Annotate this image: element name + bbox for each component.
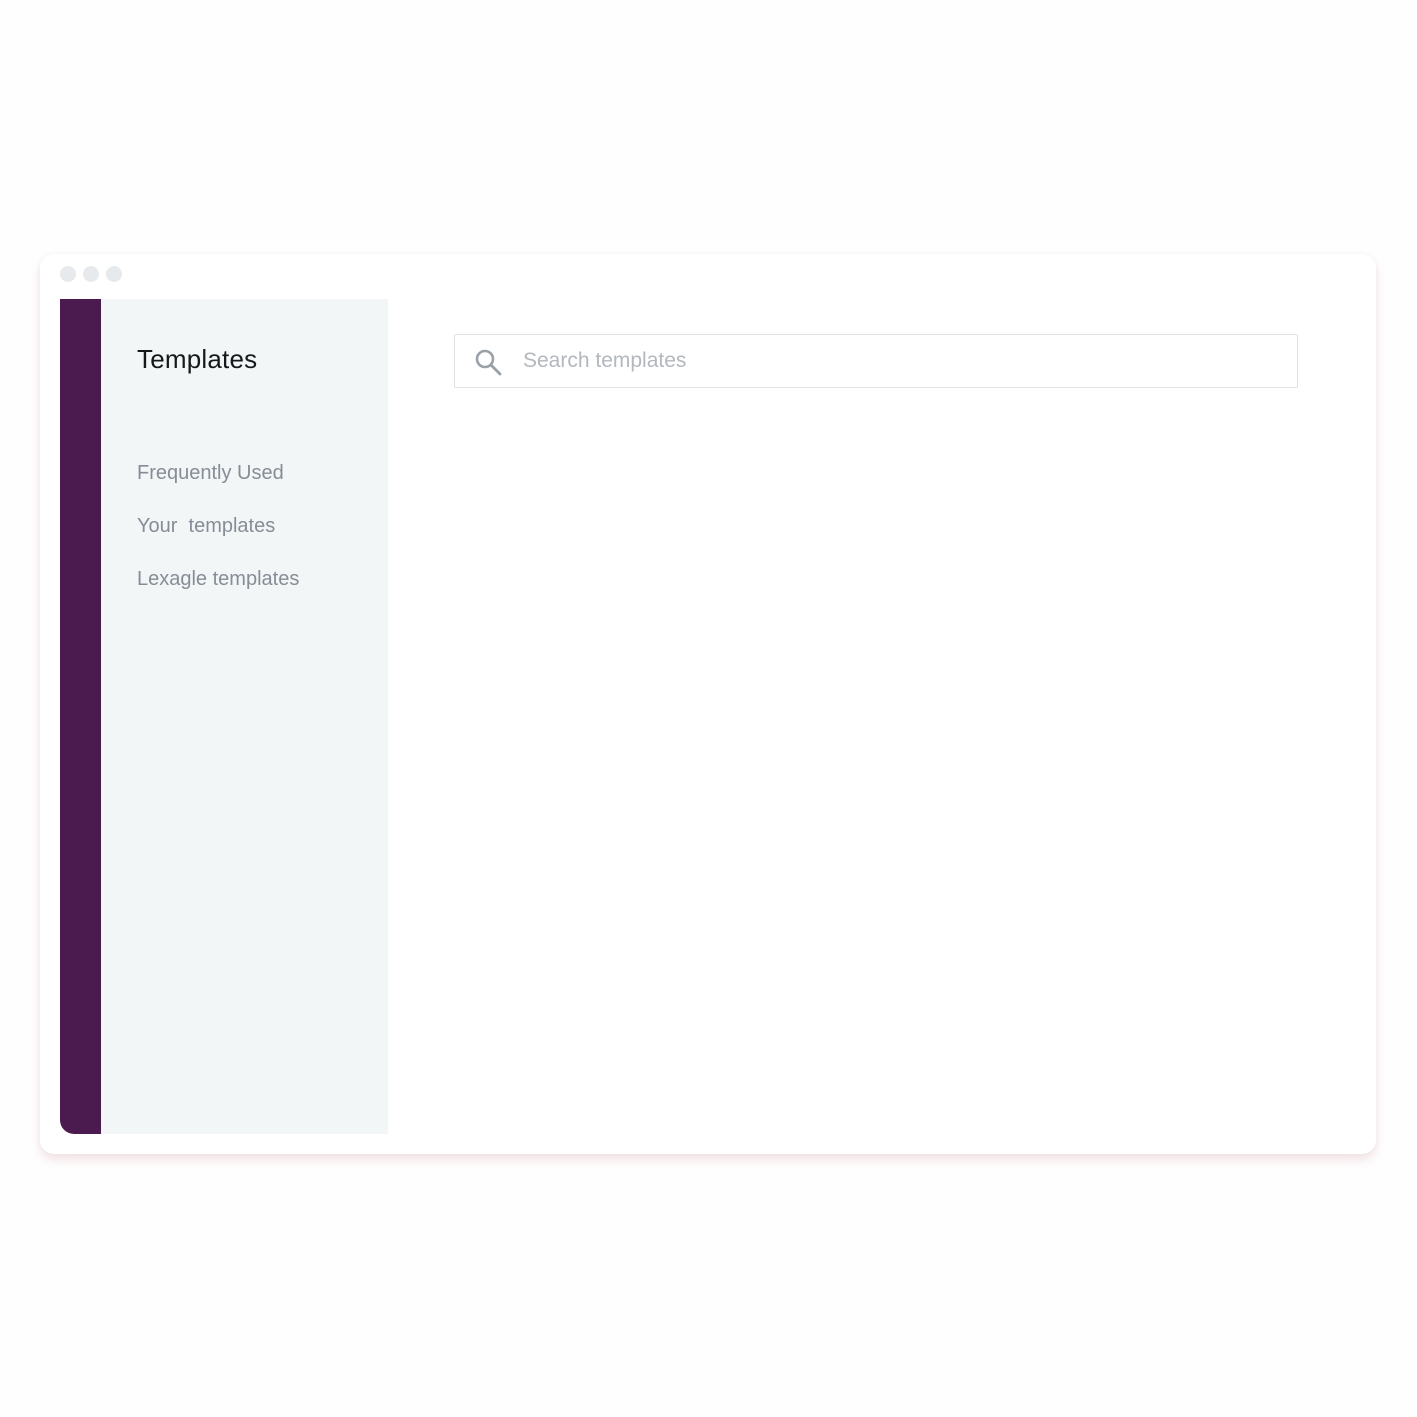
templates-sidebar: Templates Frequently Used Your templates… — [101, 299, 388, 1134]
brand-rail — [60, 299, 101, 1134]
sidebar-item-your-templates[interactable]: Your templates — [137, 512, 299, 565]
window-controls — [60, 266, 122, 282]
search-bar[interactable] — [454, 334, 1298, 388]
templates-content-area — [388, 419, 1360, 1134]
sidebar-title: Templates — [137, 344, 258, 374]
sidebar-nav: Frequently Used Your templates Lexagle t… — [137, 459, 299, 618]
window-maximize-dot[interactable] — [106, 266, 122, 282]
search-icon — [475, 349, 502, 376]
app-body: Templates Frequently Used Your templates… — [60, 299, 1360, 1134]
window-close-dot[interactable] — [60, 266, 76, 282]
sidebar-item-frequently-used[interactable]: Frequently Used — [137, 459, 299, 512]
sidebar-item-lexagle-templates[interactable]: Lexagle templates — [137, 565, 299, 618]
app-window: Templates Frequently Used Your templates… — [40, 254, 1376, 1154]
window-minimize-dot[interactable] — [83, 266, 99, 282]
search-input[interactable] — [523, 335, 1283, 386]
